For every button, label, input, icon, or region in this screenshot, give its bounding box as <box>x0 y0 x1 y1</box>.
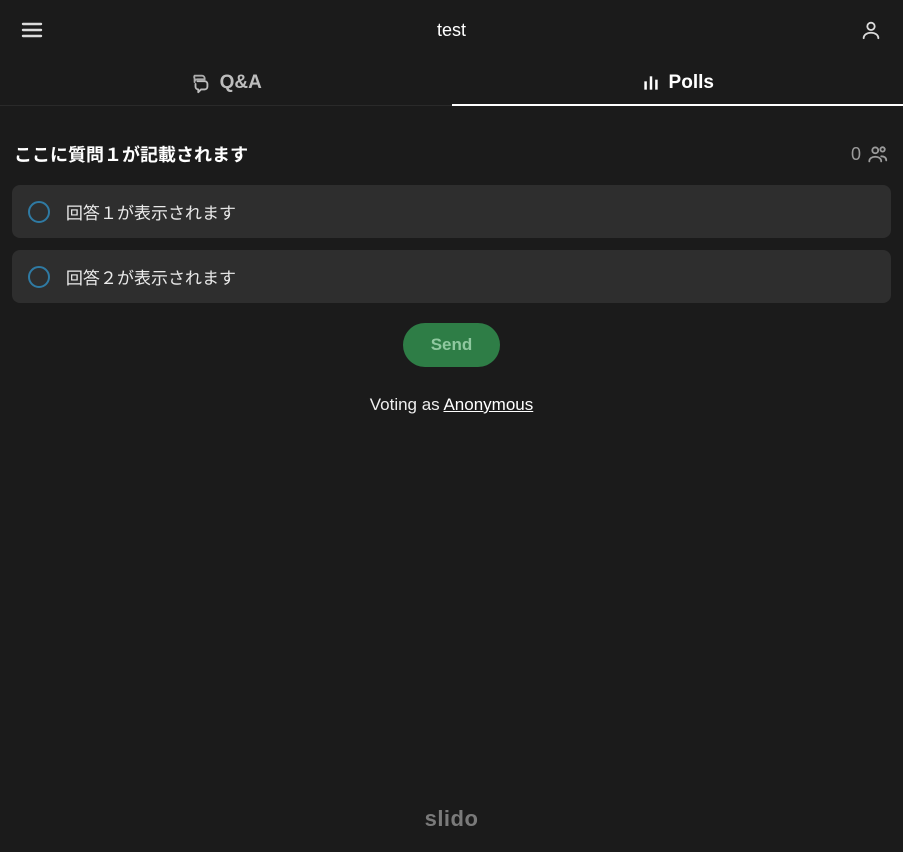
poll-option[interactable]: 回答１が表示されます <box>12 185 891 238</box>
poll-option-label: 回答１が表示されます <box>66 199 236 224</box>
chat-icon <box>190 72 212 94</box>
profile-button[interactable] <box>851 10 891 50</box>
question-text: ここに質問１が記載されます <box>14 141 248 167</box>
people-icon <box>867 143 889 165</box>
app-header: test <box>0 0 903 60</box>
question-row: ここに質問１が記載されます 0 <box>12 141 891 167</box>
brand-logo: slido <box>0 806 903 832</box>
send-button[interactable]: Send <box>403 323 501 367</box>
send-wrap: Send <box>12 323 891 367</box>
poll-content: ここに質問１が記載されます 0 回答１が表示されます 回答２が表示されます Se… <box>0 106 903 415</box>
radio-icon <box>28 266 50 288</box>
radio-icon <box>28 201 50 223</box>
menu-button[interactable] <box>12 10 52 50</box>
bar-chart-icon <box>641 73 661 93</box>
tab-polls-label: Polls <box>669 72 714 94</box>
voting-name-link[interactable]: Anonymous <box>443 395 533 414</box>
poll-option-label: 回答２が表示されます <box>66 264 236 289</box>
vote-count: 0 <box>851 143 889 165</box>
poll-option[interactable]: 回答２が表示されます <box>12 250 891 303</box>
voting-prefix: Voting as <box>370 395 444 414</box>
tab-qa-label: Q&A <box>220 72 262 94</box>
tab-bar: Q&A Polls <box>0 60 903 106</box>
vote-count-number: 0 <box>851 144 861 165</box>
hamburger-icon <box>20 18 44 42</box>
page-title: test <box>52 20 851 41</box>
tab-polls[interactable]: Polls <box>452 60 903 105</box>
tab-qa[interactable]: Q&A <box>0 60 452 105</box>
user-icon <box>860 19 882 41</box>
voting-as: Voting as Anonymous <box>12 395 891 415</box>
